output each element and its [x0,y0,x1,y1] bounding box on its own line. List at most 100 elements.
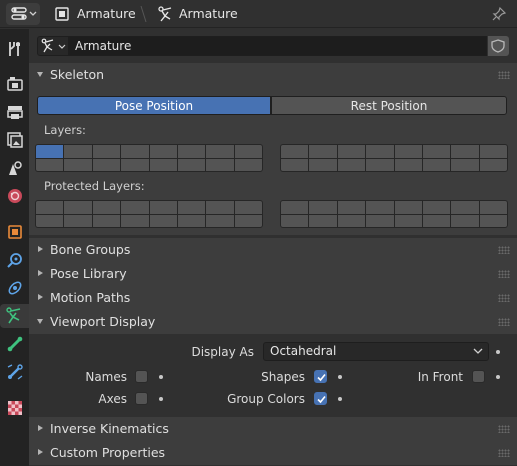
layer-toggle[interactable] [451,158,479,171]
display-as-dropdown[interactable]: Octahedral [263,342,489,361]
protected-layer-toggle[interactable] [479,214,507,227]
protected-layer-toggle[interactable] [149,214,177,227]
panel-pose-library-header[interactable]: Pose Library [29,262,517,286]
layer-toggle[interactable] [309,158,337,171]
protected-layer-toggle[interactable] [394,214,422,227]
protected-layer-toggle[interactable] [337,214,366,227]
layer-toggle[interactable] [366,145,394,158]
tab-physics[interactable] [2,276,27,300]
breadcrumb-object-name[interactable]: Armature [77,0,136,28]
layer-toggle[interactable] [394,158,422,171]
layer-toggle[interactable] [149,158,177,171]
drag-grip-icon[interactable] [498,449,510,457]
protected-layer-toggle[interactable] [177,214,206,227]
protected-layer-toggle[interactable] [281,201,309,214]
panel-skeleton-header[interactable]: Skeleton [29,63,517,87]
layer-toggle[interactable] [234,145,262,158]
datablock-browse-button[interactable] [37,36,69,56]
layer-toggle[interactable] [36,158,64,171]
protected-layer-toggle[interactable] [36,201,64,214]
layer-toggle[interactable] [337,158,366,171]
protected-layer-toggle[interactable] [92,214,121,227]
layer-toggle[interactable] [394,145,422,158]
drag-grip-icon[interactable] [498,71,510,79]
protected-layer-toggle[interactable] [281,214,309,227]
keyframe-dot-icon[interactable] [338,375,342,379]
tab-texture[interactable] [2,396,27,420]
protected-layer-toggle[interactable] [92,201,121,214]
axes-checkbox[interactable] [135,392,148,405]
panel-motion-paths-header[interactable]: Motion Paths [29,286,517,310]
protected-layer-toggle[interactable] [422,214,451,227]
tab-output[interactable] [2,100,27,124]
layer-toggle[interactable] [36,145,64,158]
tab-bone[interactable] [2,332,27,356]
protected-layer-toggle[interactable] [36,214,64,227]
group-colors-checkbox[interactable] [314,392,327,405]
protected-layer-toggle[interactable] [422,201,451,214]
drag-grip-icon[interactable] [498,318,510,326]
layer-toggle[interactable] [479,158,507,171]
layer-toggle[interactable] [92,145,121,158]
tab-view-layer[interactable] [2,128,27,152]
layer-toggle[interactable] [309,145,337,158]
keyframe-dot-icon[interactable] [338,397,342,401]
layer-toggle[interactable] [121,145,149,158]
protected-layer-toggle[interactable] [177,201,206,214]
drag-grip-icon[interactable] [498,425,510,433]
tab-scene[interactable] [2,156,27,180]
breadcrumb-data-name[interactable]: Armature [179,0,238,28]
pin-icon[interactable] [491,6,507,22]
layer-toggle[interactable] [64,158,92,171]
layer-toggle[interactable] [92,158,121,171]
layer-toggle[interactable] [149,145,177,158]
tab-object[interactable] [2,220,27,244]
rest-position-button[interactable]: Rest Position [271,96,507,115]
protected-layer-toggle[interactable] [309,214,337,227]
layer-toggle[interactable] [479,145,507,158]
keyframe-dot-icon[interactable] [159,375,163,379]
protected-layer-toggle[interactable] [451,214,479,227]
protected-layer-toggle[interactable] [394,201,422,214]
tab-render[interactable] [2,72,27,96]
layer-toggle[interactable] [234,158,262,171]
layer-toggle[interactable] [337,145,366,158]
protected-layer-toggle[interactable] [309,201,337,214]
protected-layer-toggle[interactable] [366,214,394,227]
layer-toggle[interactable] [177,158,206,171]
protected-layer-toggle[interactable] [206,214,234,227]
layer-toggle[interactable] [451,145,479,158]
drag-grip-icon[interactable] [498,246,510,254]
protected-layer-toggle[interactable] [366,201,394,214]
protected-layer-toggle[interactable] [149,201,177,214]
fake-user-button[interactable] [488,36,509,56]
tab-tool[interactable] [2,37,27,61]
editor-type-button[interactable] [6,3,40,25]
keyframe-dot-icon[interactable] [496,375,500,379]
layer-toggle[interactable] [281,145,309,158]
protected-layer-toggle[interactable] [337,201,366,214]
panel-custom-properties-header[interactable]: Custom Properties [29,441,517,465]
protected-layer-toggle[interactable] [451,201,479,214]
protected-layer-toggle[interactable] [64,201,92,214]
layer-toggle[interactable] [422,145,451,158]
protected-layer-toggle[interactable] [479,201,507,214]
drag-grip-icon[interactable] [498,294,510,302]
tab-modifiers[interactable] [2,248,27,272]
names-checkbox[interactable] [135,370,148,383]
panel-viewport-display-header[interactable]: Viewport Display [29,310,517,334]
layer-toggle[interactable] [64,145,92,158]
layer-toggle[interactable] [206,158,234,171]
protected-layer-toggle[interactable] [64,214,92,227]
panel-bone-groups-header[interactable]: Bone Groups [29,238,517,262]
keyframe-dot-icon[interactable] [159,397,163,401]
tab-object-data[interactable] [0,304,29,328]
drag-grip-icon[interactable] [498,270,510,278]
tab-bone-constraints[interactable] [2,360,27,384]
protected-layer-toggle[interactable] [121,201,149,214]
protected-layer-toggle[interactable] [121,214,149,227]
in-front-checkbox[interactable] [472,370,485,383]
layer-toggle[interactable] [366,158,394,171]
shapes-checkbox[interactable] [314,370,327,383]
protected-layer-toggle[interactable] [206,201,234,214]
